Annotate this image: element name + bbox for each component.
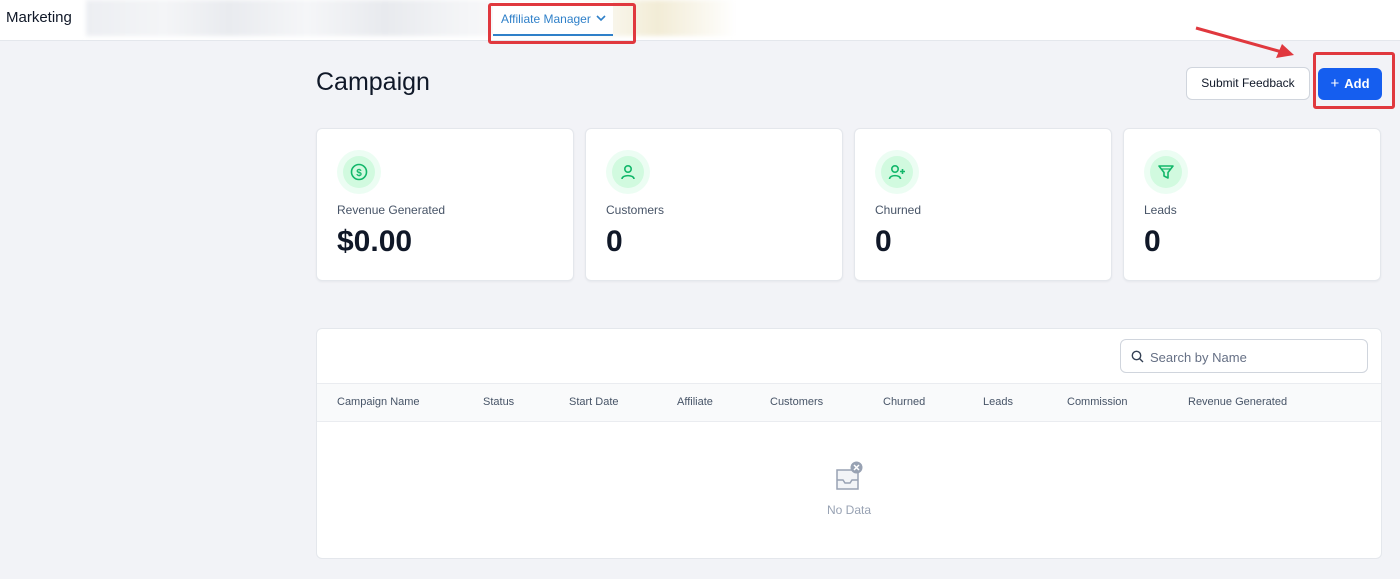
empty-inbox-icon (836, 461, 863, 490)
empty-state-text: No Data (826, 503, 872, 517)
stat-label: Churned (875, 203, 922, 217)
column-header[interactable]: Status (483, 396, 514, 408)
stat-value: $0.00 (337, 225, 413, 258)
column-header[interactable]: Affiliate (677, 396, 713, 408)
column-header[interactable]: Commission (1067, 396, 1128, 408)
app-title: Marketing (6, 9, 72, 26)
svg-text:$: $ (356, 168, 362, 179)
user-plus-icon (888, 164, 905, 180)
search-icon (1131, 350, 1144, 363)
blurred-nav-items (86, 0, 736, 36)
table-header: Campaign Name Status Start Date Affiliat… (317, 383, 1381, 422)
chevron-down-icon (596, 15, 606, 22)
column-header[interactable]: Start Date (569, 396, 619, 408)
stat-label: Customers (606, 203, 665, 217)
stat-value: 0 (875, 225, 892, 258)
stat-label: Leads (1144, 203, 1177, 217)
submit-feedback-button[interactable]: Submit Feedback (1186, 67, 1310, 100)
stat-card-leads: Leads 0 (1123, 128, 1381, 281)
stat-value: 0 (1144, 225, 1161, 258)
column-header[interactable]: Campaign Name (337, 396, 420, 408)
stat-card-customers: Customers 0 (585, 128, 843, 281)
search-box[interactable] (1120, 339, 1368, 373)
column-header[interactable]: Revenue Generated (1188, 396, 1287, 408)
search-input[interactable] (1148, 341, 1362, 373)
plus-icon: + (1330, 75, 1340, 92)
annotation-arrow (1195, 26, 1294, 58)
funnel-icon (1158, 165, 1174, 179)
add-button-label: Add (1344, 76, 1370, 91)
user-icon (621, 164, 635, 180)
page-title: Campaign (316, 68, 430, 96)
column-header[interactable]: Customers (770, 396, 823, 408)
stat-card-revenue: $ Revenue Generated $0.00 (316, 128, 574, 281)
stat-card-churned: Churned 0 (854, 128, 1112, 281)
add-button[interactable]: + Add (1318, 68, 1382, 100)
column-header[interactable]: Churned (883, 396, 925, 408)
campaign-table-card: Campaign Name Status Start Date Affiliat… (316, 328, 1382, 559)
stat-label: Revenue Generated (337, 203, 446, 217)
tab-label: Affiliate Manager (501, 12, 591, 26)
stat-value: 0 (606, 225, 623, 258)
column-header[interactable]: Leads (983, 396, 1013, 408)
tab-affiliate-manager[interactable]: Affiliate Manager (493, 2, 613, 36)
dollar-icon: $ (350, 163, 368, 181)
